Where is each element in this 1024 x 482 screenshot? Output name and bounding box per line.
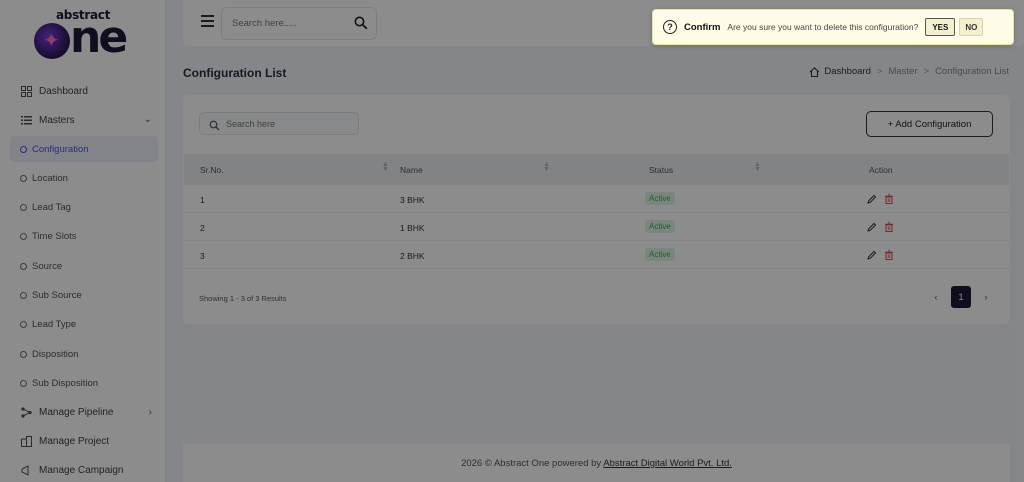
confirm-message: Are you sure you want to delete this con…	[727, 22, 919, 32]
confirm-dialog: ? Confirm Are you sure you want to delet…	[652, 9, 1014, 45]
question-icon: ?	[663, 20, 677, 34]
confirm-title: Confirm	[684, 21, 721, 33]
modal-overlay[interactable]	[0, 0, 1024, 482]
confirm-yes-button[interactable]: YES	[925, 18, 956, 36]
confirm-no-button[interactable]: NO	[959, 18, 984, 36]
